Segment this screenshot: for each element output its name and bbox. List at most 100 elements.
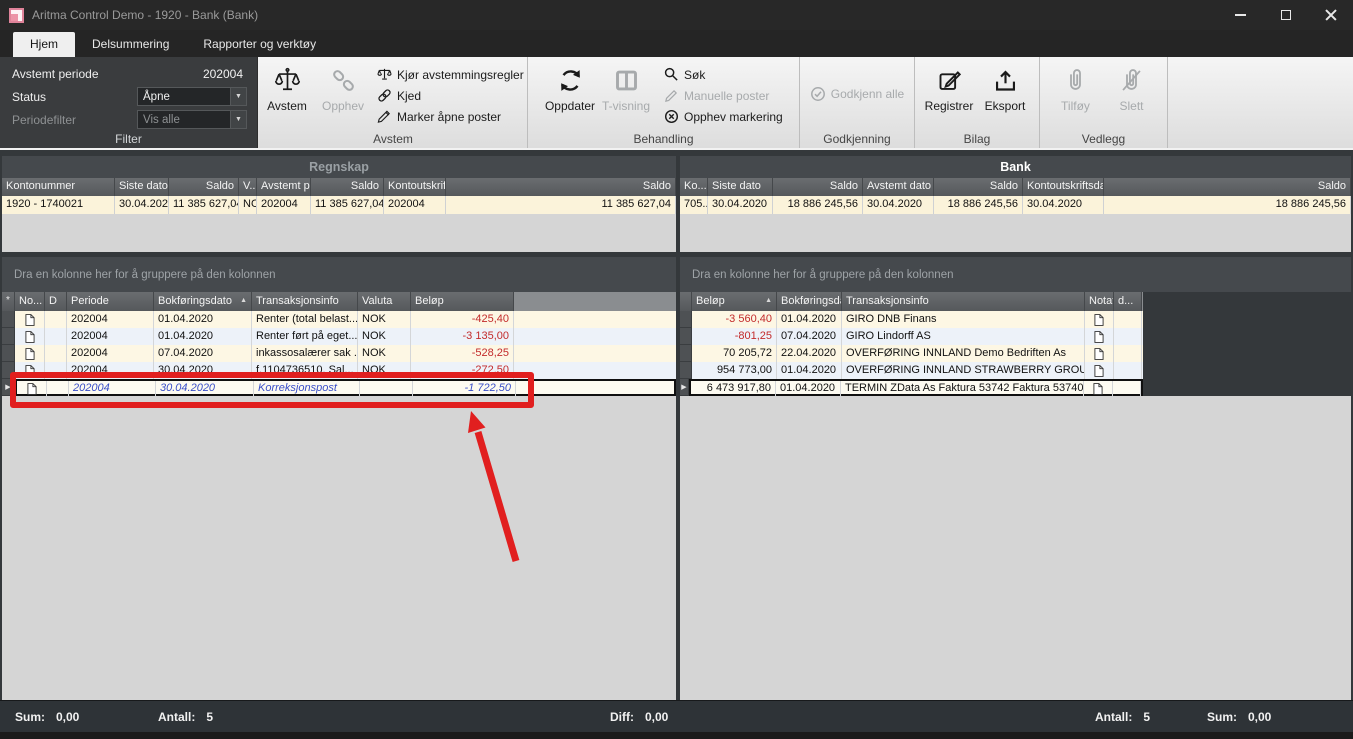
row-indicator: [680, 311, 692, 328]
paperclip-icon: [1062, 64, 1089, 96]
notat-cell[interactable]: [1085, 328, 1114, 345]
minimize-button[interactable]: [1218, 0, 1263, 30]
close-icon: [1325, 9, 1337, 21]
column-header[interactable]: V...: [239, 178, 257, 196]
column-header[interactable]: Saldo: [1104, 178, 1351, 196]
opphev-button[interactable]: Opphev: [315, 60, 371, 128]
search-icon: [664, 67, 679, 82]
tab-delsummering[interactable]: Delsummering: [75, 32, 186, 57]
column-header[interactable]: Avstemt dato: [863, 178, 934, 196]
notat-cell[interactable]: [1085, 345, 1114, 362]
avstem-group-caption: Avstem: [259, 132, 527, 146]
title-bar: Aritma Control Demo - 1920 - Bank (Bank): [0, 0, 1353, 30]
edit-register-icon: [936, 64, 963, 96]
bilag-group-caption: Bilag: [915, 132, 1039, 146]
maximize-button[interactable]: [1263, 0, 1308, 30]
notat-cell[interactable]: [15, 311, 45, 328]
filter-group-caption: Filter: [0, 132, 257, 146]
registrer-button[interactable]: Registrer: [921, 60, 977, 113]
column-header-d[interactable]: D: [45, 292, 67, 311]
bank-row[interactable]: -3 560,40 01.04.2020 GIRO DNB Finans: [680, 311, 1143, 328]
minimize-icon: [1235, 14, 1246, 16]
marker-apne-poster-button[interactable]: Marker åpne poster: [377, 106, 524, 127]
column-header[interactable]: Saldo: [773, 178, 863, 196]
column-header-valuta[interactable]: Valuta: [358, 292, 411, 311]
periodefilter-select[interactable]: Vis alle ▼: [137, 110, 247, 129]
bank-row[interactable]: 954 773,00 01.04.2020 OVERFØRING INNLAND…: [680, 362, 1143, 379]
column-header[interactable]: Saldo: [446, 178, 676, 196]
chevron-down-icon: ▼: [235, 93, 242, 100]
document-icon: [1094, 331, 1104, 343]
window-title: Aritma Control Demo - 1920 - Bank (Bank): [32, 8, 258, 22]
column-header[interactable]: Siste dato: [708, 178, 773, 196]
column-header-belop[interactable]: Beløp: [411, 292, 514, 311]
eksport-button[interactable]: Eksport: [977, 60, 1033, 113]
column-header[interactable]: Kontoutskrift...: [384, 178, 446, 196]
bank-group-by-area[interactable]: Dra en kolonne her for å gruppere på den…: [680, 257, 1351, 292]
column-header[interactable]: Ko...: [680, 178, 708, 196]
column-header[interactable]: Avstemt p...: [257, 178, 311, 196]
bank-summary-row[interactable]: 705... 30.04.2020 18 886 245,56 30.04.20…: [680, 196, 1351, 214]
column-header[interactable]: Siste dato: [115, 178, 169, 196]
sok-button[interactable]: Søk: [664, 64, 783, 85]
left-antall-field: Antall:5: [158, 710, 213, 724]
column-header-notat[interactable]: No...: [15, 292, 45, 311]
notat-cell[interactable]: [1085, 311, 1114, 328]
column-header[interactable]: Kontoutskriftsdato: [1023, 178, 1104, 196]
column-header-periode[interactable]: Periode: [67, 292, 154, 311]
manuelle-poster-button[interactable]: Manuelle poster: [664, 85, 783, 106]
document-icon: [1094, 314, 1104, 326]
tab-hjem[interactable]: Hjem: [13, 32, 75, 57]
column-header-bokforingsdato[interactable]: Bokføringsdato▲: [154, 292, 252, 311]
regnskap-row[interactable]: 202004 07.04.2020 inkassosalærer sak ...…: [2, 345, 676, 362]
godkjenning-group-caption: Godkjenning: [800, 132, 914, 146]
bank-grid-header: Beløp▲ Bokføringsdato Transaksjonsinfo N…: [680, 292, 1143, 311]
column-header-belop[interactable]: Beløp▲: [692, 292, 777, 311]
notat-cell[interactable]: [15, 328, 45, 345]
column-header[interactable]: Saldo: [934, 178, 1023, 196]
notat-cell[interactable]: [15, 345, 45, 362]
column-header-notat[interactable]: Notat: [1085, 292, 1114, 311]
bank-panel-title: Bank: [680, 156, 1351, 178]
notat-cell[interactable]: [1085, 362, 1114, 379]
ribbon-group-avstem: Avstem Opphev: [259, 57, 528, 148]
avstemt-periode-label: Avstemt periode: [12, 67, 99, 81]
regnskap-row[interactable]: 202004 01.04.2020 Renter ført på eget...…: [2, 328, 676, 345]
column-header-bokforingsdato[interactable]: Bokføringsdato: [777, 292, 842, 311]
column-header-transaksjonsinfo[interactable]: Transaksjonsinfo: [842, 292, 1085, 311]
avstem-button[interactable]: Avstem: [259, 60, 315, 128]
column-header-d[interactable]: d...: [1114, 292, 1142, 311]
tilfoy-button[interactable]: Tilføy: [1048, 60, 1104, 113]
tab-rapporter-og-verktoy[interactable]: Rapporter og verktøy: [186, 32, 333, 57]
document-icon: [25, 348, 35, 360]
kjed-button[interactable]: Kjed: [377, 85, 524, 106]
regnskap-row[interactable]: 202004 01.04.2020 Renter (total belast..…: [2, 311, 676, 328]
godkjenn-alle-button[interactable]: Godkjenn alle: [810, 84, 904, 105]
regnskap-summary-row[interactable]: 1920 - 1740021 30.04.2020 11 385 627,04 …: [2, 196, 676, 214]
close-button[interactable]: [1308, 0, 1353, 30]
regnskap-group-by-area[interactable]: Dra en kolonne her for å gruppere på den…: [2, 257, 676, 292]
oppdater-button[interactable]: Oppdater: [542, 60, 598, 128]
document-icon: [1094, 348, 1104, 360]
column-header-transaksjonsinfo[interactable]: Transaksjonsinfo: [252, 292, 358, 311]
bank-row-selected[interactable]: ▶ 6 473 917,80 01.04.2020 TERMIN ZData A…: [680, 379, 1143, 396]
bank-row[interactable]: 70 205,72 22.04.2020 OVERFØRING INNLAND …: [680, 345, 1143, 362]
notat-cell[interactable]: [1084, 381, 1113, 398]
column-header[interactable]: Kontonummer: [2, 178, 115, 196]
opphev-markering-button[interactable]: Opphev markering: [664, 106, 783, 127]
diff-field: Diff:0,00: [610, 710, 668, 724]
avstemt-periode-value: 202004: [203, 67, 243, 81]
broken-link-icon: [330, 64, 357, 96]
paperclip-slash-button[interactable]: Slett: [1104, 60, 1160, 113]
selected-row-arrow-icon: ▶: [681, 383, 686, 391]
right-antall-field: Antall:5: [1095, 710, 1150, 724]
bank-row[interactable]: -801,25 07.04.2020 GIRO Lindorff AS: [680, 328, 1143, 345]
column-header[interactable]: Saldo: [169, 178, 239, 196]
status-select[interactable]: Åpne ▼: [137, 87, 247, 106]
bank-panel: Bank Ko... Siste dato Saldo Avstemt dato…: [680, 156, 1351, 700]
pencil-icon: [664, 88, 679, 103]
kjor-avstemmingsregler-button[interactable]: Kjør avstemmingsregler: [377, 64, 524, 85]
t-visning-button[interactable]: T-visning: [598, 60, 654, 128]
app-window: Aritma Control Demo - 1920 - Bank (Bank)…: [0, 0, 1353, 739]
column-header[interactable]: Saldo: [311, 178, 384, 196]
